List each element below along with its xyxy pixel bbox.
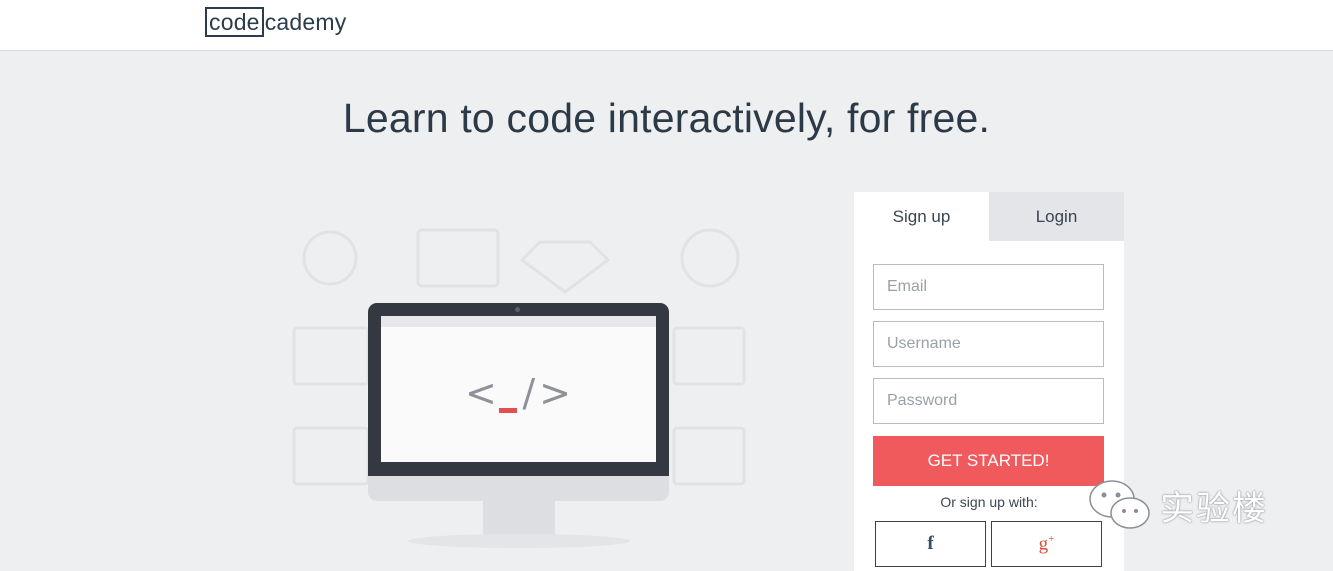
logo-boxed-part: code: [205, 7, 264, 37]
get-started-button[interactable]: GET STARTED!: [873, 436, 1104, 486]
password-field[interactable]: [873, 378, 1104, 424]
top-navigation-bar: code cademy: [0, 0, 1333, 51]
logo-rest-part: cademy: [264, 8, 347, 35]
tab-sign-up[interactable]: Sign up: [854, 192, 989, 241]
wechat-icon: [1089, 480, 1150, 529]
alt-signup-label: Or sign up with:: [940, 494, 1038, 510]
hero-headline: Learn to code interactively, for free.: [342, 95, 991, 141]
monitor-screen-topbar: [381, 316, 656, 327]
faint-moon-icon: [680, 228, 740, 288]
watermark-text: 实验楼: [1160, 488, 1268, 529]
faint-box-left-2: [292, 426, 370, 486]
faint-cloud-icon: [302, 230, 358, 286]
signup-panel: Sign up Login GET STARTED! Or sign up wi…: [854, 192, 1124, 571]
google-plus-icon: g+: [1038, 532, 1055, 555]
faint-box-left-1: [292, 326, 370, 386]
facebook-icon: f: [927, 533, 934, 554]
monitor-chin: [368, 476, 669, 501]
monitor-camera: [515, 307, 520, 312]
monitor-stand-base: [408, 534, 630, 548]
faint-gem-icon: [519, 240, 611, 294]
code-glyph: < />: [465, 368, 575, 418]
facebook-signup-button[interactable]: f: [875, 521, 986, 567]
code-glyph-right: />: [522, 371, 575, 415]
tab-login[interactable]: Login: [989, 192, 1124, 241]
code-glyph-left: <: [465, 371, 501, 415]
username-field[interactable]: [873, 321, 1104, 367]
email-field[interactable]: [873, 264, 1104, 310]
auth-tabs: Sign up Login: [854, 192, 1124, 241]
blinking-cursor: [499, 408, 517, 413]
faint-box-right-2: [672, 426, 746, 486]
faint-box-right-1: [672, 326, 746, 386]
faint-browser-icon: [416, 228, 500, 288]
monitor-stand-neck: [483, 501, 555, 536]
codecademy-logo[interactable]: code cademy: [205, 7, 346, 37]
watermark: 实验楼: [1086, 470, 1306, 540]
